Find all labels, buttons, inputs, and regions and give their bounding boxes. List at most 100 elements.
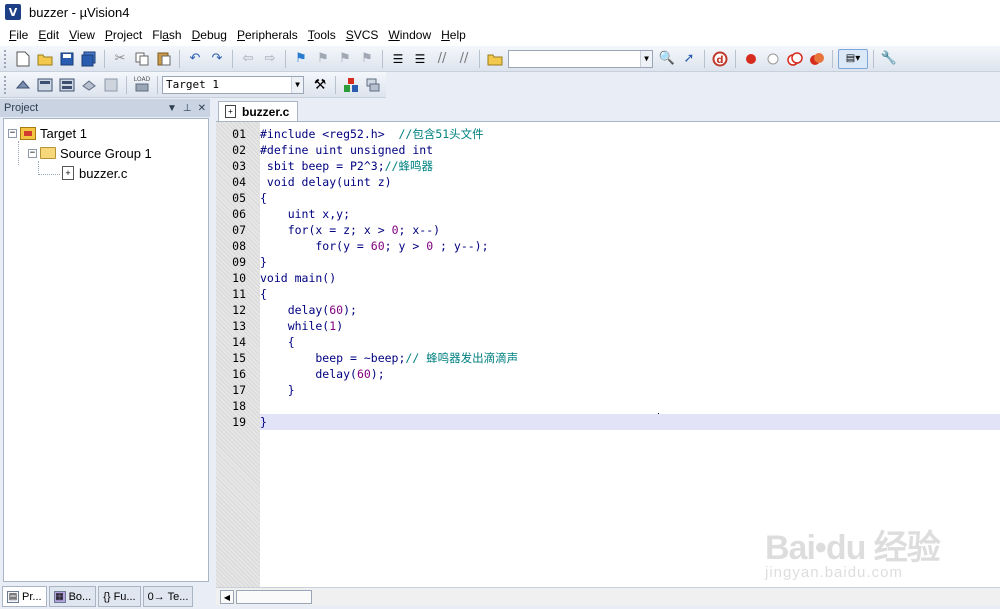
- code-line[interactable]: 12 delay(60);: [232, 302, 1000, 318]
- menu-tools[interactable]: Tools: [303, 24, 341, 46]
- uncomment-icon[interactable]: //: [454, 49, 474, 69]
- prev-bookmark-icon[interactable]: ⚑: [313, 49, 333, 69]
- open-folder-icon[interactable]: [35, 49, 55, 69]
- navigate-forward-icon[interactable]: ⇨: [260, 49, 280, 69]
- code-line[interactable]: 14 {: [232, 334, 1000, 350]
- comment-icon[interactable]: //: [432, 49, 452, 69]
- menu-file[interactable]: File: [4, 24, 33, 46]
- scroll-left-icon[interactable]: ◀: [220, 590, 234, 604]
- batch-build-icon[interactable]: [79, 75, 99, 95]
- line-number: 06: [232, 207, 246, 221]
- code-line[interactable]: 17 }: [232, 382, 1000, 398]
- menu-peripherals[interactable]: Peripherals: [232, 24, 303, 46]
- menu-edit[interactable]: Edit: [33, 24, 64, 46]
- code-line[interactable]: 08 for(y = 60; y > 0 ; y--);: [232, 238, 1000, 254]
- select-packs-icon[interactable]: [363, 75, 383, 95]
- insert-breakpoint-icon[interactable]: [741, 49, 761, 69]
- find-combo[interactable]: ▼: [508, 49, 653, 68]
- clear-bookmarks-icon[interactable]: ⚑: [357, 49, 377, 69]
- enable-breakpoint-icon[interactable]: [763, 49, 783, 69]
- code-line[interactable]: 05 {: [232, 190, 1000, 206]
- toolbar-grip[interactable]: [4, 49, 8, 68]
- menu-view[interactable]: View: [64, 24, 100, 46]
- tab-books-label: Bo...: [68, 590, 92, 603]
- unindent-icon[interactable]: ☰: [410, 49, 430, 69]
- bookmark-icon[interactable]: ⚑: [291, 49, 311, 69]
- tree-item-source-group[interactable]: − Source Group 1: [28, 144, 152, 162]
- menu-window[interactable]: Window: [383, 24, 436, 46]
- uvision-logo-icon: V: [5, 4, 21, 20]
- new-file-icon[interactable]: [13, 49, 33, 69]
- code-line[interactable]: 02 #define uint unsigned int: [232, 142, 1000, 158]
- start-debug-icon[interactable]: d: [710, 49, 730, 69]
- code-line[interactable]: 15 beep = ~beep;// 蜂鸣器发出滴滴声: [232, 350, 1000, 366]
- navigate-back-icon[interactable]: ⇦: [238, 49, 258, 69]
- scrollbar-thumb[interactable]: [236, 590, 312, 604]
- collapse-icon[interactable]: −: [28, 148, 37, 158]
- line-number: 07: [232, 223, 246, 237]
- build-icon[interactable]: [35, 75, 55, 95]
- next-bookmark-icon[interactable]: ⚑: [335, 49, 355, 69]
- stop-build-icon[interactable]: [101, 75, 121, 95]
- code-editor[interactable]: 01 #include <reg52.h> //包含51头文件 02 #define …: [216, 121, 1000, 588]
- tab-functions[interactable]: {} Fu...: [98, 586, 141, 607]
- indent-icon[interactable]: ☰: [388, 49, 408, 69]
- code-line[interactable]: 09}: [232, 254, 1000, 270]
- code-token: {: [260, 335, 295, 349]
- toolbar-grip[interactable]: [4, 75, 8, 94]
- disable-breakpoints-icon[interactable]: [785, 49, 805, 69]
- copy-icon[interactable]: [132, 49, 152, 69]
- incremental-find-icon[interactable]: ➚: [679, 49, 699, 69]
- cut-icon[interactable]: ✂: [110, 49, 130, 69]
- code-line[interactable]: 19}: [232, 414, 1000, 430]
- code-line[interactable]: 07 for(x = z; x > 0; x--): [232, 222, 1000, 238]
- menu-project[interactable]: Project: [100, 24, 147, 46]
- find-in-files-icon[interactable]: [485, 49, 505, 69]
- tree-item-target[interactable]: − Target 1: [8, 124, 87, 142]
- pin-icon[interactable]: ⊥: [183, 103, 192, 114]
- horizontal-scrollbar[interactable]: ◀: [216, 587, 1000, 605]
- redo-icon[interactable]: ↷: [207, 49, 227, 69]
- panel-menu-icon[interactable]: ▼: [167, 103, 177, 114]
- code-line[interactable]: 10 void main(): [232, 270, 1000, 286]
- code-token: ; x--): [398, 223, 441, 237]
- save-all-icon[interactable]: [79, 49, 99, 69]
- code-line[interactable]: 11 {: [232, 286, 1000, 302]
- code-line[interactable]: 18: [232, 398, 1000, 414]
- configure-icon[interactable]: 🔧: [879, 49, 899, 69]
- paste-icon[interactable]: [154, 49, 174, 69]
- save-icon[interactable]: [57, 49, 77, 69]
- translate-icon[interactable]: [13, 75, 33, 95]
- tree-item-file[interactable]: + buzzer.c: [62, 164, 127, 182]
- menu-debug[interactable]: Debug: [187, 24, 232, 46]
- editor-tab-buzzer[interactable]: + buzzer.c: [218, 101, 299, 121]
- collapse-icon[interactable]: −: [8, 128, 17, 138]
- window-layout-icon[interactable]: ▤▾: [838, 48, 868, 69]
- tab-books[interactable]: ▦ Bo...: [48, 586, 97, 607]
- undo-icon[interactable]: ↶: [185, 49, 205, 69]
- tab-project[interactable]: ▤ Pr...: [2, 586, 47, 607]
- target-options-icon[interactable]: ⚒: [310, 75, 330, 95]
- manage-components-icon[interactable]: [341, 75, 361, 95]
- kill-breakpoints-icon[interactable]: [807, 49, 827, 69]
- code-line[interactable]: 03 sbit beep = P2^3;//蜂鸣器: [232, 158, 1000, 174]
- download-icon[interactable]: LOAD: [132, 75, 152, 95]
- target-select[interactable]: Target 1 ▼: [162, 75, 304, 94]
- close-icon[interactable]: ✕: [198, 103, 206, 114]
- code-area[interactable]: 01 #include <reg52.h> //包含51头文件 02 #define …: [232, 122, 1000, 588]
- tab-templates[interactable]: 0→ Te...: [142, 586, 194, 607]
- rebuild-icon[interactable]: [57, 75, 77, 95]
- code-line[interactable]: 13 while(1): [232, 318, 1000, 334]
- menu-flash[interactable]: Flash: [147, 24, 186, 46]
- menu-help[interactable]: Help: [436, 24, 471, 46]
- code-token: delay(: [260, 303, 330, 317]
- chevron-down-icon[interactable]: ▼: [640, 50, 652, 67]
- code-line[interactable]: 16 delay(60);: [232, 366, 1000, 382]
- find-icon[interactable]: 🔍: [657, 49, 677, 69]
- code-line[interactable]: 06 uint x,y;: [232, 206, 1000, 222]
- line-number: 09: [232, 255, 246, 269]
- code-line[interactable]: 04 void delay(uint z): [232, 174, 1000, 190]
- code-line[interactable]: 01 #include <reg52.h> //包含51头文件: [232, 126, 1000, 142]
- menu-svcs[interactable]: SVCS: [341, 24, 384, 46]
- chevron-down-icon[interactable]: ▼: [291, 76, 303, 93]
